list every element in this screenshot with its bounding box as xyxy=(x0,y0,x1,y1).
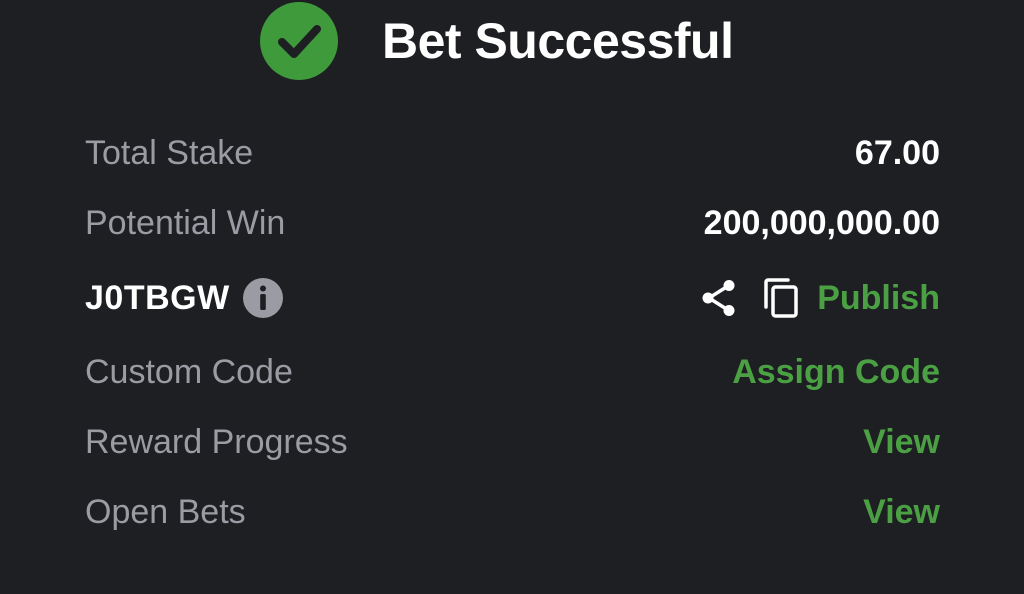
header: Bet Successful xyxy=(0,0,1024,82)
info-icon[interactable] xyxy=(242,277,284,319)
booking-code-row: J0TBGW Publish xyxy=(85,270,940,326)
copy-icon[interactable] xyxy=(761,277,801,319)
potential-win-label: Potential Win xyxy=(85,204,286,242)
assign-code-link[interactable]: Assign Code xyxy=(732,344,940,400)
reward-progress-label: Reward Progress xyxy=(85,423,348,461)
page-title: Bet Successful xyxy=(382,13,734,69)
publish-link[interactable]: Publish xyxy=(817,279,940,318)
booking-code: J0TBGW xyxy=(85,278,230,317)
total-stake-value: 67.00 xyxy=(854,134,940,172)
open-bets-row: Open Bets View xyxy=(85,484,940,540)
custom-code-row: Custom Code Assign Code xyxy=(85,344,940,400)
open-bets-label: Open Bets xyxy=(85,493,246,531)
share-icon[interactable] xyxy=(699,278,739,318)
total-stake-row: Total Stake 67.00 xyxy=(85,125,940,181)
reward-progress-view-link[interactable]: View xyxy=(863,414,940,470)
booking-code-group: J0TBGW xyxy=(85,270,284,326)
potential-win-row: Potential Win 200,000,000.00 xyxy=(85,195,940,251)
check-circle-icon xyxy=(260,2,338,80)
bet-success-screen: Bet Successful Total Stake 67.00 Potenti… xyxy=(0,0,1024,594)
potential-win-value: 200,000,000.00 xyxy=(703,204,940,242)
open-bets-view-link[interactable]: View xyxy=(863,484,940,540)
total-stake-label: Total Stake xyxy=(85,134,254,172)
custom-code-label: Custom Code xyxy=(85,353,293,391)
reward-progress-row: Reward Progress View xyxy=(85,414,940,470)
booking-code-actions: Publish xyxy=(699,270,940,326)
